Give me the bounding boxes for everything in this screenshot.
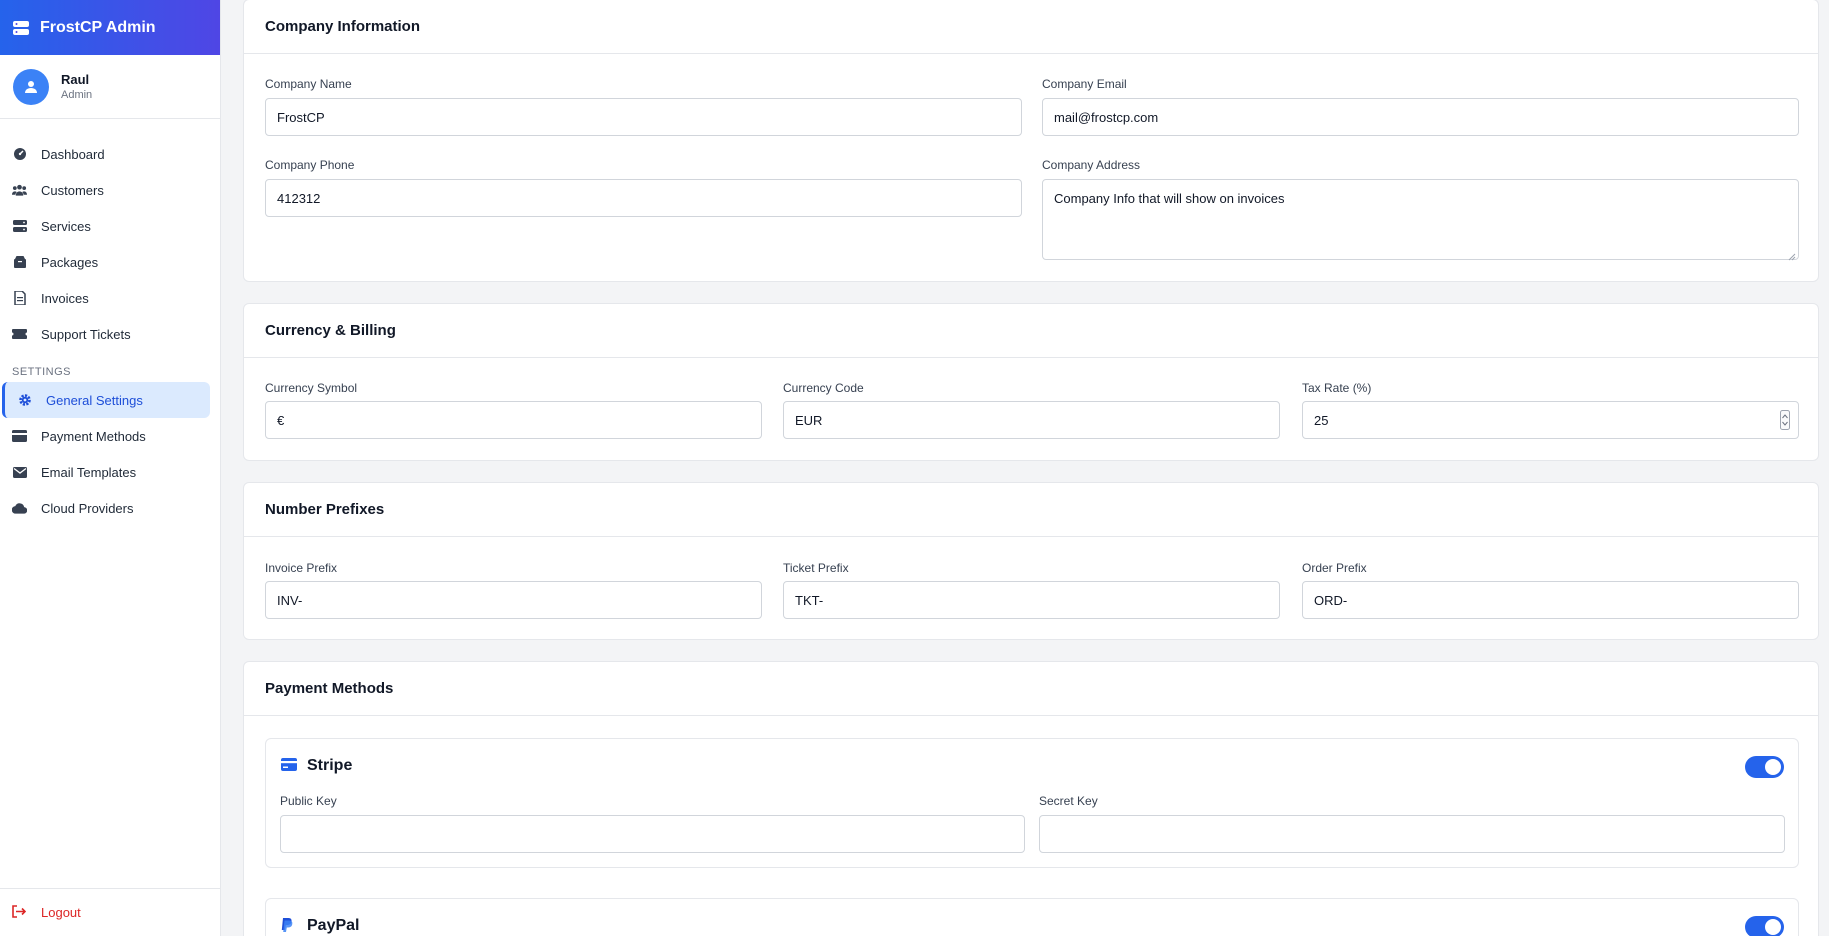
paypal-method-panel: PayPal [265, 898, 1799, 936]
public-key-label: Public Key [280, 794, 337, 808]
sidebar-item-services[interactable]: Services [0, 208, 220, 244]
tax-rate-label: Tax Rate (%) [1302, 381, 1372, 395]
card-title: Currency & Billing [244, 304, 1818, 358]
envelope-icon [12, 465, 27, 480]
company-phone-label: Company Phone [265, 158, 355, 172]
payment-methods-card: Payment Methods Stripe Public Key Secret… [243, 661, 1819, 936]
logout-label: Logout [41, 905, 81, 920]
logout-button[interactable]: Logout [0, 888, 220, 936]
nav-section-settings: SETTINGS [12, 366, 72, 378]
sidebar-item-payment-methods[interactable]: Payment Methods [0, 418, 220, 454]
sidebar-item-label: Packages [41, 254, 99, 270]
order-prefix-input[interactable]: ORD- [1302, 581, 1799, 619]
cloud-icon [12, 501, 27, 516]
user-icon [25, 80, 37, 93]
user-name: Raul [61, 72, 90, 87]
currency-code-input[interactable]: EUR [783, 401, 1280, 439]
sidebar-item-label: Invoices [41, 290, 89, 306]
sidebar-item-packages[interactable]: Packages [0, 244, 220, 280]
invoice-prefix-input[interactable]: INV- [265, 581, 762, 619]
server-logo-icon [12, 19, 30, 37]
number-prefixes-card: Number Prefixes Invoice Prefix INV- Tick… [243, 482, 1819, 640]
company-name-input[interactable]: FrostCP [265, 98, 1022, 136]
card-title: Company Information [244, 0, 1818, 54]
tax-rate-input[interactable]: 25 [1302, 401, 1799, 439]
brand-header[interactable]: FrostCP Admin [0, 0, 220, 55]
public-key-input[interactable] [280, 815, 1025, 853]
sidebar-item-label: Email Templates [41, 464, 137, 480]
toggle-knob [1765, 759, 1781, 775]
sidebar-item-label: Cloud Providers [41, 500, 134, 516]
stripe-name: Stripe [307, 757, 353, 774]
sidebar: FrostCP Admin Raul Admin Dashboard Custo… [0, 0, 221, 936]
sidebar-nav: Dashboard Customers Services Packages In… [0, 136, 220, 526]
company-email-input[interactable]: mail@frostcp.com [1042, 98, 1799, 136]
paypal-icon [281, 918, 297, 934]
credit-card-icon [281, 758, 297, 774]
sidebar-item-label: Support Tickets [41, 326, 131, 342]
paypal-title: PayPal [281, 917, 359, 935]
sidebar-item-label: General Settings [46, 392, 143, 408]
currency-code-label: Currency Code [783, 381, 864, 395]
company-information-card: Company Information Company Name FrostCP… [243, 0, 1819, 282]
currency-symbol-label: Currency Symbol [265, 381, 358, 395]
gear-icon [17, 393, 32, 408]
number-stepper-icon[interactable] [1780, 410, 1790, 430]
order-prefix-label: Order Prefix [1302, 561, 1367, 575]
company-email-label: Company Email [1042, 77, 1127, 91]
ticket-prefix-label: Ticket Prefix [783, 561, 849, 575]
stripe-method-panel: Stripe Public Key Secret Key [265, 738, 1799, 868]
company-phone-input[interactable]: 412312 [265, 179, 1022, 217]
user-panel: Raul Admin [0, 55, 220, 119]
tax-rate-value: 25 [1314, 412, 1329, 428]
sidebar-item-label: Dashboard [41, 146, 105, 162]
users-icon [12, 183, 27, 198]
server-icon [12, 219, 27, 234]
app-title: FrostCP Admin [40, 18, 156, 36]
paypal-name: PayPal [307, 917, 360, 934]
resize-handle-icon[interactable] [1788, 249, 1796, 261]
sidebar-item-label: Services [41, 218, 91, 234]
card-title: Number Prefixes [244, 483, 1818, 537]
sidebar-item-cloud-providers[interactable]: Cloud Providers [0, 490, 220, 526]
company-name-label: Company Name [265, 77, 352, 91]
sidebar-item-customers[interactable]: Customers [0, 172, 220, 208]
toggle-knob [1765, 919, 1781, 935]
secret-key-label: Secret Key [1039, 794, 1098, 808]
invoice-icon [12, 291, 27, 306]
sidebar-item-label: Customers [41, 182, 104, 198]
paypal-enable-toggle[interactable] [1745, 916, 1784, 936]
sidebar-item-invoices[interactable]: Invoices [0, 280, 220, 316]
user-role: Admin [61, 89, 93, 101]
sidebar-item-email-templates[interactable]: Email Templates [0, 454, 220, 490]
stripe-enable-toggle[interactable] [1745, 756, 1784, 778]
box-icon [12, 255, 27, 270]
secret-key-input[interactable] [1039, 815, 1785, 853]
dashboard-icon [12, 147, 27, 162]
invoice-prefix-label: Invoice Prefix [265, 561, 338, 575]
stripe-title: Stripe [281, 757, 352, 775]
ticket-icon [12, 327, 27, 342]
sidebar-item-label: Payment Methods [41, 428, 146, 444]
card-title: Payment Methods [244, 662, 1818, 716]
avatar [13, 68, 49, 105]
logout-icon [12, 905, 27, 920]
sidebar-item-support-tickets[interactable]: Support Tickets [0, 316, 220, 352]
currency-symbol-input[interactable]: € [265, 401, 762, 439]
sidebar-item-dashboard[interactable]: Dashboard [0, 136, 220, 172]
company-address-textarea[interactable]: Company Info that will show on invoices [1042, 179, 1799, 261]
sidebar-item-general-settings[interactable]: General Settings [2, 382, 210, 418]
company-address-label: Company Address [1042, 158, 1141, 172]
company-address-value: Company Info that will show on invoices [1054, 191, 1285, 206]
currency-billing-card: Currency & Billing Currency Symbol € Cur… [243, 303, 1819, 461]
credit-card-icon [12, 429, 27, 444]
ticket-prefix-input[interactable]: TKT- [783, 581, 1280, 619]
